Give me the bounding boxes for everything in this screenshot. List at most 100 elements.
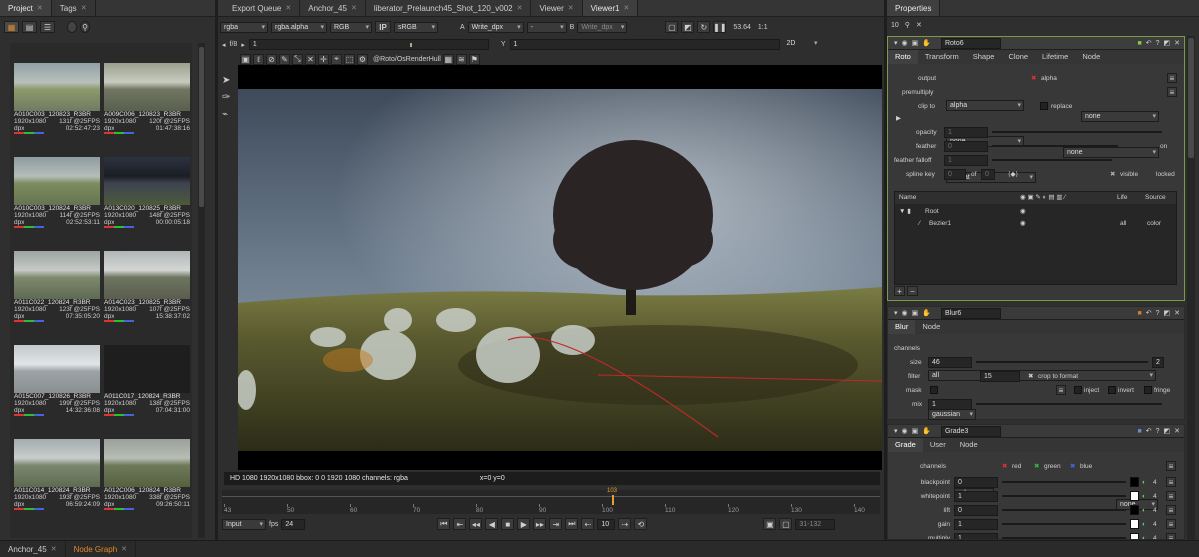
color-swatch[interactable] <box>1130 519 1139 529</box>
properties-scrollbar[interactable] <box>1187 36 1195 540</box>
clip-card[interactable]: A013C020_120825_R3BR 1920x1080 148f @25FPS… <box>104 157 190 249</box>
output-dropdown[interactable]: alpha <box>946 100 1024 111</box>
remove-icon[interactable]: − <box>907 286 918 296</box>
a-input-dropdown[interactable]: Write_dpx <box>467 21 524 33</box>
replace-checkbox[interactable] <box>1040 102 1048 110</box>
skip-start-icon[interactable]: ⏮ <box>437 518 451 530</box>
loop-icon[interactable]: ⟲ <box>634 518 648 530</box>
channel-count[interactable]: 4 <box>1153 521 1157 528</box>
collapse-icon[interactable]: ▾ <box>894 427 898 435</box>
color-swatch[interactable] <box>1130 533 1139 539</box>
clip-thumbnail[interactable] <box>14 251 100 299</box>
smooth-icon[interactable]: ✎ <box>279 53 290 65</box>
color-swatch[interactable] <box>1130 491 1139 501</box>
mix-slider[interactable] <box>976 403 1162 405</box>
premultiply-menu-icon[interactable]: ≡ <box>1167 87 1177 97</box>
pin-icon[interactable]: ⚑ <box>468 53 480 65</box>
clip-thumbnail[interactable] <box>14 157 100 205</box>
close-icon[interactable]: ✕ <box>568 0 574 16</box>
feather-icon[interactable]: ⊘ <box>266 53 277 65</box>
expand-arrow-icon[interactable]: ▶ <box>896 115 901 122</box>
shape-row-name[interactable]: Root <box>925 208 939 215</box>
fringe-checkbox[interactable] <box>1144 386 1152 394</box>
play-reverse-icon[interactable]: ◀ <box>485 518 499 530</box>
input-mode-dropdown[interactable]: Input <box>222 518 266 530</box>
tab-bottom-1[interactable]: Node Graph ✕ <box>66 541 137 557</box>
clip-thumbnail[interactable] <box>14 439 100 487</box>
clip-thumbnail[interactable] <box>104 345 190 393</box>
grid-view-icon[interactable]: ▦ <box>4 21 19 33</box>
help-icon[interactable]: ? <box>1156 310 1160 317</box>
lock-icon[interactable]: ▣ <box>912 309 919 317</box>
visible-check-icon[interactable]: ✖ <box>1110 171 1115 178</box>
close-icon[interactable]: ✕ <box>351 0 357 16</box>
grade-param-field[interactable]: 0 <box>954 505 998 516</box>
add-point-icon[interactable]: ✛ <box>318 53 329 65</box>
output-none-dropdown[interactable]: none <box>1081 111 1159 122</box>
color-icon[interactable]: ■ <box>1137 40 1141 47</box>
settings-icon[interactable]: ⚙ <box>357 53 368 65</box>
tab-0[interactable]: Export Queue ✕ <box>224 0 301 16</box>
tab-blur-0[interactable]: Blur <box>888 320 916 334</box>
collapse-icon[interactable]: ▾ <box>894 309 898 317</box>
tab-roto-0[interactable]: Roto <box>888 50 918 64</box>
close-icon[interactable]: ✕ <box>51 541 57 557</box>
clip-card[interactable]: A011C014_120824_R3BR 1920x1080 193f @25FPS… <box>14 439 100 531</box>
animation-menu-icon[interactable]: ≡ <box>1166 477 1176 487</box>
fps-field[interactable]: 24 <box>281 518 306 530</box>
size-slider[interactable] <box>976 361 1148 363</box>
tab-roto-4[interactable]: Lifetime <box>1035 50 1075 64</box>
chevron-left-icon[interactable]: ◂ <box>222 41 226 49</box>
channel-count[interactable]: 4 <box>1153 479 1157 486</box>
brush-icon[interactable]: ✑ <box>222 92 236 103</box>
viewer-canvas[interactable] <box>236 65 883 470</box>
grade-param-slider[interactable] <box>1002 495 1126 497</box>
roi-icon[interactable]: ▢ <box>665 21 679 33</box>
zoom-readout[interactable]: 53.64 <box>733 24 751 31</box>
clip-thumbnail[interactable] <box>14 63 100 111</box>
grade-param-slider[interactable] <box>1002 509 1126 511</box>
pin-icon[interactable]: ⚲ <box>905 21 910 29</box>
animation-menu-icon[interactable]: ≡ <box>1166 505 1176 515</box>
clip-thumbnail[interactable] <box>104 157 190 205</box>
b-input-dropdown[interactable]: Write_dpx <box>577 21 628 33</box>
alpha-dropdown[interactable]: rgba.alpha <box>271 21 327 33</box>
clip-card[interactable]: A009C006_120823_R3BR 1920x1080 120f @25FPS… <box>104 63 190 155</box>
tab-properties[interactable]: Properties <box>887 0 941 16</box>
prev-key-icon[interactable]: ⇤ <box>453 518 467 530</box>
eye-icon[interactable]: ◉ <box>1020 220 1026 227</box>
eye-icon[interactable]: ◉ <box>1020 208 1026 215</box>
tab-grade-1[interactable]: User <box>923 438 953 452</box>
blue-check-icon[interactable]: ✖ <box>1070 463 1075 470</box>
clip-card[interactable]: A015C007_120826_R3BR 1920x1080 199f @25FPS… <box>14 345 100 437</box>
invert-checkbox[interactable] <box>1108 386 1116 394</box>
animation-menu-icon[interactable]: ≡ <box>1166 533 1176 539</box>
select-arrow-icon[interactable]: ➤ <box>222 75 236 86</box>
tab-3[interactable]: Viewer ✕ <box>531 0 583 16</box>
alpha-check-icon[interactable]: ✖ <box>1031 75 1036 82</box>
clip-card[interactable]: A011C017_120824_R3BR 1920x1080 138f @25FPS… <box>104 345 190 437</box>
back-increment-icon[interactable]: ⇠ <box>581 518 595 530</box>
tab-project[interactable]: Project ✕ <box>0 0 52 16</box>
grade-param-slider[interactable] <box>1002 523 1126 525</box>
close-icon[interactable]: ✕ <box>121 541 127 557</box>
close-icon[interactable]: ✕ <box>517 0 523 16</box>
view-icon[interactable]: ◉ <box>902 39 908 47</box>
color-icon[interactable]: ■ <box>1137 428 1141 435</box>
view-icon[interactable]: ◉ <box>902 427 908 435</box>
clip-card[interactable]: A011C022_120824_R3BR 1920x1080 123f @25FPS… <box>14 251 100 343</box>
tab-roto-3[interactable]: Clone <box>1001 50 1035 64</box>
animation-menu-icon[interactable]: ≡ <box>1166 519 1176 529</box>
close-icon[interactable]: ✕ <box>37 0 43 16</box>
close-all-icon[interactable]: ✕ <box>916 21 922 29</box>
color-icon[interactable]: ■ <box>1137 310 1141 317</box>
timeline[interactable]: 103 43 50 60 70 80 90 100 110 120 130 140 <box>222 488 880 514</box>
float-icon[interactable]: ◩ <box>1164 309 1171 317</box>
red-check-icon[interactable]: ✖ <box>1002 463 1007 470</box>
pen-icon[interactable]: ℓ <box>253 53 264 65</box>
stop-icon[interactable]: ■ <box>501 518 515 530</box>
gamma-field[interactable]: 1 <box>509 39 780 50</box>
circle-icon[interactable] <box>67 21 77 33</box>
close-icon[interactable]: ✕ <box>1174 427 1180 435</box>
tab-blur-1[interactable]: Node <box>915 320 947 334</box>
